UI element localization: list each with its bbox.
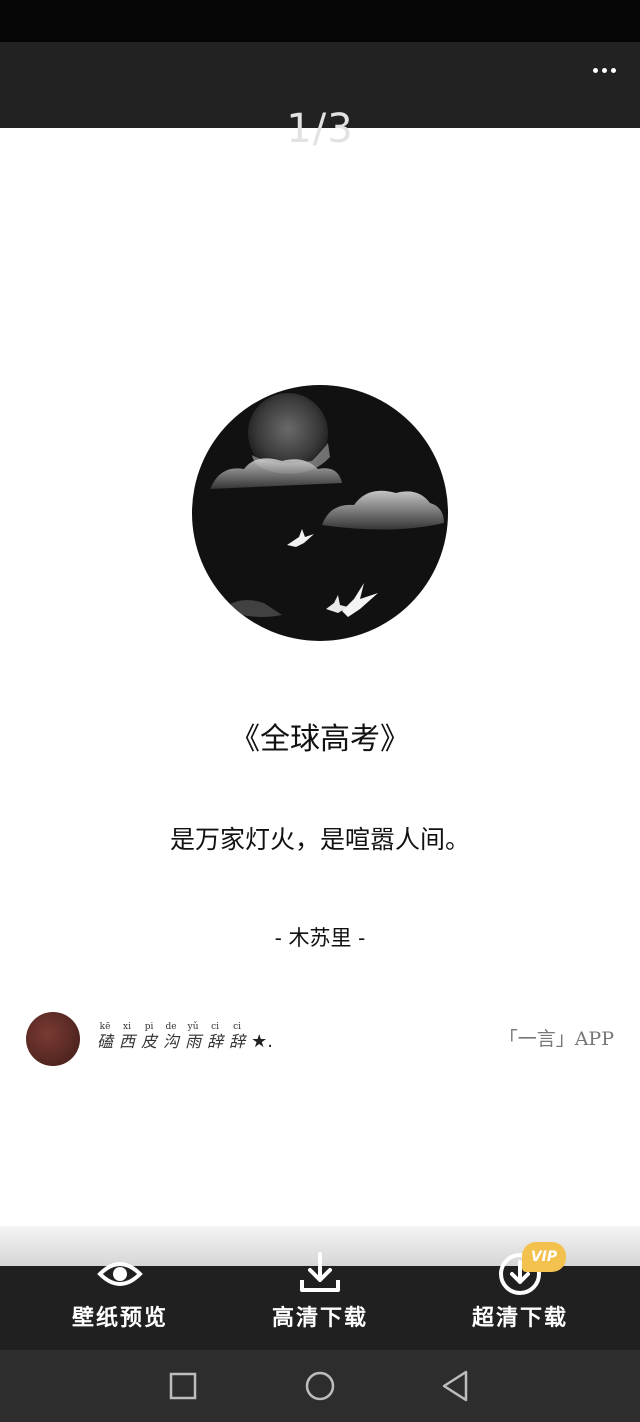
username-char: pi 皮	[141, 1022, 158, 1051]
moon-clouds-cranes-illustration	[192, 385, 448, 641]
tool-label: 超清下载	[471, 1306, 568, 1331]
screen: 1/3 《全球高考》 是万家灯火，是喧嚣人间。 - 木苏里 - kē 磕 xi …	[0, 0, 640, 1422]
more-dot	[610, 67, 616, 73]
brand-label: 「一言」APP	[498, 1028, 614, 1050]
tool-label: 壁纸预览	[71, 1306, 168, 1331]
system-nav-bar	[0, 1350, 640, 1422]
author-name: - 木苏里 -	[274, 926, 366, 950]
more-dot	[601, 67, 607, 73]
wallpaper-canvas[interactable]	[0, 128, 640, 1226]
username-suffix: ★.	[251, 1031, 273, 1052]
more-options-button[interactable]	[586, 52, 622, 88]
hd-download-button[interactable]: 高清下载	[220, 1252, 420, 1350]
bottom-toolbar: 壁纸预览 高清下载 超清下载	[0, 1252, 640, 1350]
triangle-back-icon[interactable]	[436, 1366, 476, 1406]
vip-badge: VIP	[522, 1242, 566, 1272]
username-char: de 沟	[163, 1022, 180, 1051]
eye-icon	[97, 1262, 143, 1286]
circle-icon[interactable]	[300, 1366, 340, 1406]
username-char: yǔ 雨	[185, 1022, 202, 1051]
uhd-download-button[interactable]: 超清下载	[420, 1253, 620, 1350]
quote-text: 是万家灯火，是喧嚣人间。	[169, 825, 470, 854]
wallpaper-preview-button[interactable]: 壁纸预览	[20, 1262, 220, 1350]
username-char: kē 磕	[97, 1022, 114, 1051]
username-char: xi 西	[119, 1022, 136, 1051]
tool-label: 高清下载	[271, 1306, 368, 1331]
username-char: ci 辞	[207, 1022, 224, 1051]
username-char: ci 辞	[229, 1022, 246, 1051]
artwork-image	[192, 385, 448, 641]
square-icon[interactable]	[163, 1366, 203, 1406]
page-indicator: 1/3	[286, 106, 354, 152]
username[interactable]: kē 磕 xi 西 pi 皮 de 沟 yǔ 雨 ci 辞 ci 辞 ★.	[97, 1022, 273, 1052]
avatar[interactable]	[26, 1012, 80, 1066]
more-dot	[592, 67, 598, 73]
book-title: 《全球高考》	[230, 722, 410, 757]
status-bar	[0, 0, 640, 42]
download-icon	[300, 1252, 340, 1292]
